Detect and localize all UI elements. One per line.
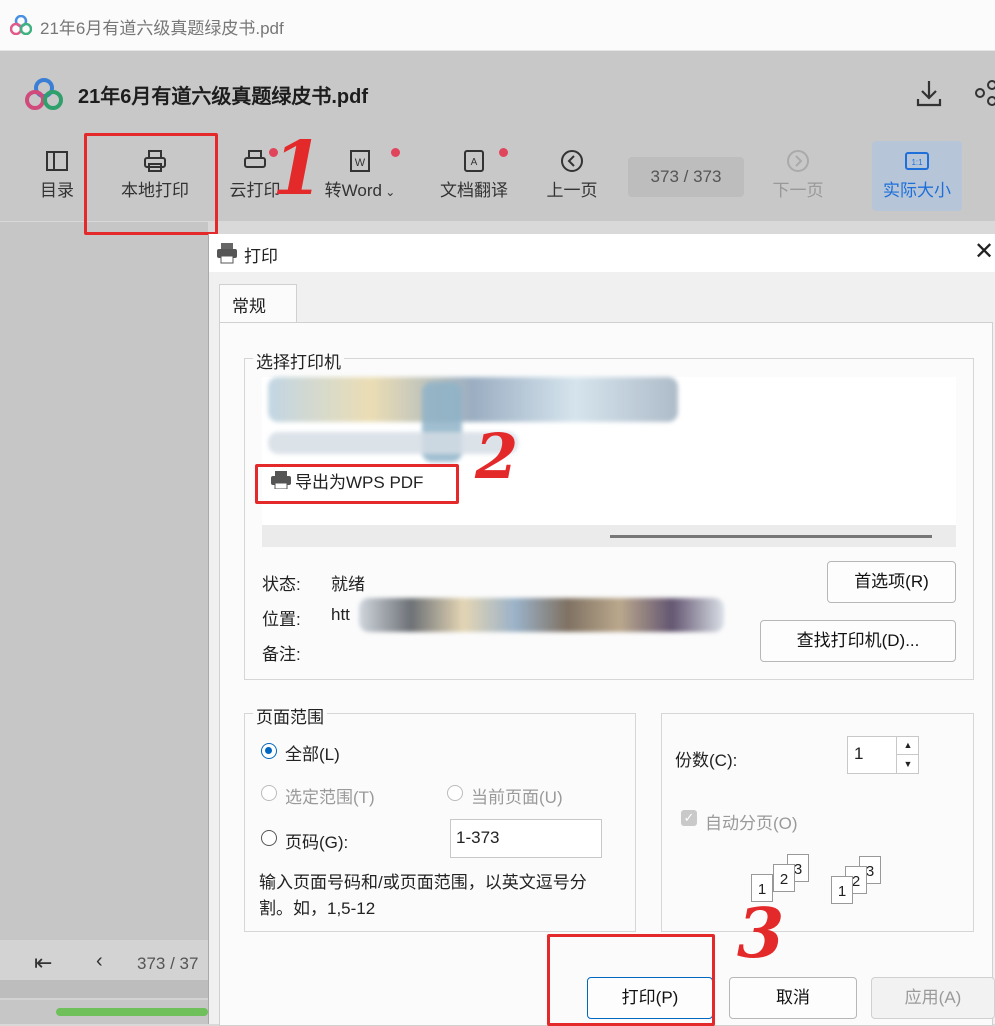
collate-checkbox: ✓ [681, 810, 697, 826]
pages-input[interactable]: 1-373 [450, 819, 602, 858]
translate-icon: A [464, 150, 484, 172]
spinner-up-icon[interactable]: ▲ [896, 737, 919, 755]
radio-pages[interactable] [261, 830, 277, 846]
location-value: htt [331, 605, 350, 624]
radio-all-label: 全部(L) [285, 745, 340, 764]
tab-general-label: 常规 [232, 297, 266, 316]
svg-text:A: A [471, 157, 478, 168]
next-page-button[interactable]: 下一页 [766, 150, 830, 201]
window-title: 21年6月有道六级真题绿皮书.pdf [40, 19, 284, 38]
preferences-button[interactable]: 首选项(R) [827, 561, 956, 603]
print-dialog: 打印 ✕ 常规 选择打印机 导出为WPS PDF 2 状态: 就绪 位置: ht… [208, 234, 995, 1026]
next-page-label: 下一页 [772, 181, 824, 200]
new-badge-dot [499, 148, 508, 157]
to-word-button[interactable]: W 转Word ⌄ [314, 150, 406, 201]
actual-size-label-wrap: 1:1 实际大小 [872, 150, 962, 201]
cloud-printer-icon [244, 150, 266, 168]
document-title: 21年6月有道六级真题绿皮书.pdf [78, 86, 369, 108]
first-page-icon[interactable]: ⇤ [34, 950, 52, 976]
bottom-page-indicator: 373 / 37 [137, 954, 199, 973]
collate-page: 2 [773, 864, 795, 892]
tab-general[interactable]: 常规 [219, 284, 297, 323]
copies-spinner[interactable]: 1 ▲ ▼ [847, 736, 919, 774]
cancel-button[interactable]: 取消 [729, 977, 857, 1019]
dialog-titlebar: 打印 ✕ [209, 234, 995, 272]
toc-label: 目录 [40, 181, 74, 200]
apply-button: 应用(A) [871, 977, 995, 1019]
printer-list[interactable]: 导出为WPS PDF [262, 377, 956, 547]
radio-selection-label: 选定范围(T) [285, 788, 375, 807]
chevron-left-icon [561, 150, 583, 172]
toc-icon [46, 151, 68, 171]
step2-highlight [255, 464, 459, 504]
to-word-label: 转Word [324, 181, 382, 200]
radio-current-page-label: 当前页面(U) [471, 788, 563, 807]
prev-page-label: 上一页 [546, 181, 598, 200]
select-printer-label: 选择打印机 [253, 348, 344, 373]
radio-current-page [447, 785, 463, 801]
collate-page: 1 [831, 876, 853, 904]
page-indicator[interactable]: 373 / 373 [628, 157, 744, 197]
radio-pages-label: 页码(G): [285, 833, 349, 852]
step3-highlight [547, 934, 715, 1026]
actual-size-label: 实际大小 [883, 181, 951, 200]
radio-all[interactable] [261, 743, 277, 759]
toc-button[interactable]: 目录 [34, 150, 80, 201]
chevron-right-icon [787, 150, 809, 172]
scrollbar-thumb[interactable] [610, 535, 932, 538]
find-printer-button[interactable]: 查找打印机(D)... [760, 620, 956, 662]
new-badge-dot [391, 148, 400, 157]
app-logo-icon [10, 15, 32, 35]
step1-number: 1 [272, 126, 324, 212]
horizontal-scrollbar[interactable] [0, 980, 208, 998]
radio-selection [261, 785, 277, 801]
step2-number: 2 [475, 420, 519, 493]
copies-value: 1 [854, 744, 864, 763]
step1-highlight [84, 133, 218, 235]
collate-label: 自动分页(O) [705, 814, 798, 833]
page-range-hint: 输入页面号码和/或页面范围，以英文逗号分割。如，1,5-12 [259, 873, 587, 918]
pages-input-value: 1-373 [456, 828, 500, 847]
svg-text:W: W [355, 157, 366, 169]
spinner-down-icon[interactable]: ▼ [896, 755, 919, 773]
redacted-printer [268, 377, 678, 422]
copies-label: 份数(C): [675, 751, 738, 770]
svg-text:1:1: 1:1 [911, 158, 923, 167]
status-value: 就绪 [331, 575, 365, 594]
dialog-title: 打印 [244, 247, 278, 266]
step3-number: 3 [737, 894, 785, 974]
share-icon[interactable] [972, 78, 995, 108]
progress-bar [56, 1008, 208, 1016]
location-label: 位置: [262, 610, 301, 629]
printer-icon [217, 243, 237, 264]
prev-page-small-icon[interactable]: ‹ [96, 950, 103, 973]
close-icon[interactable]: ✕ [974, 237, 994, 266]
document-viewer-background [0, 222, 208, 1024]
word-icon: W [350, 150, 370, 172]
status-label: 状态: [262, 575, 301, 594]
printer-list-scrollbar[interactable] [262, 525, 956, 547]
translate-button[interactable]: A 文档翻译 [434, 150, 514, 201]
actual-size-icon: 1:1 [905, 152, 929, 170]
comment-label: 备注: [262, 645, 301, 664]
download-icon[interactable] [914, 78, 944, 108]
redacted-location [359, 598, 724, 632]
page-range-label: 页面范围 [253, 703, 327, 728]
translate-label: 文档翻译 [440, 181, 508, 200]
window-titlebar: 21年6月有道六级真题绿皮书.pdf [0, 0, 995, 51]
app-logo-icon [25, 78, 63, 110]
prev-page-button[interactable]: 上一页 [540, 150, 604, 201]
